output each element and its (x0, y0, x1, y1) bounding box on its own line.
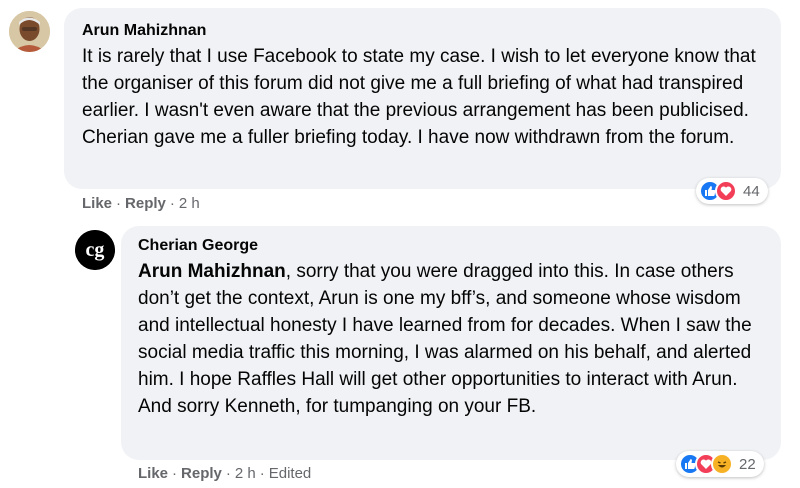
love-icon (715, 180, 737, 202)
edited-label[interactable]: Edited (269, 465, 312, 482)
separator: · (225, 465, 231, 482)
reaction-summary[interactable]: 22 (676, 451, 764, 477)
comment-text: Arun Mahizhnan, sorry that you were drag… (138, 258, 764, 420)
separator: · (172, 465, 178, 482)
reaction-count: 44 (743, 182, 760, 200)
comment-actions: Like · Reply · 2 h · Edited (138, 465, 311, 482)
timestamp[interactable]: 2 h (179, 195, 200, 212)
separator: · (169, 195, 175, 212)
mention-link[interactable]: Arun Mahizhnan (138, 261, 286, 282)
reply-button[interactable]: Reply (125, 195, 166, 212)
avatar-initials: cg (86, 239, 105, 261)
avatar-cherian[interactable]: cg (75, 230, 115, 270)
reaction-summary[interactable]: 44 (696, 178, 768, 204)
comment-actions: Like · Reply · 2 h (82, 195, 200, 212)
reply-bubble: Cherian George Arun Mahizhnan, sorry tha… (121, 226, 781, 460)
haha-icon (711, 453, 733, 475)
comment-text: It is rarely that I use Facebook to stat… (82, 46, 756, 148)
reply-button[interactable]: Reply (181, 465, 222, 482)
separator: · (116, 195, 122, 212)
reaction-count: 22 (739, 455, 756, 473)
like-button[interactable]: Like (82, 195, 112, 212)
timestamp[interactable]: 2 h (235, 465, 256, 482)
comment-author[interactable]: Cherian George (138, 236, 764, 256)
comment-author[interactable]: Arun Mahizhnan (82, 21, 763, 41)
avatar-arun[interactable] (9, 11, 50, 52)
separator: · (259, 465, 265, 482)
comment-text-body: , sorry that you were dragged into this.… (138, 261, 752, 417)
like-button[interactable]: Like (138, 465, 168, 482)
comment-bubble: Arun Mahizhnan It is rarely that I use F… (64, 8, 781, 189)
